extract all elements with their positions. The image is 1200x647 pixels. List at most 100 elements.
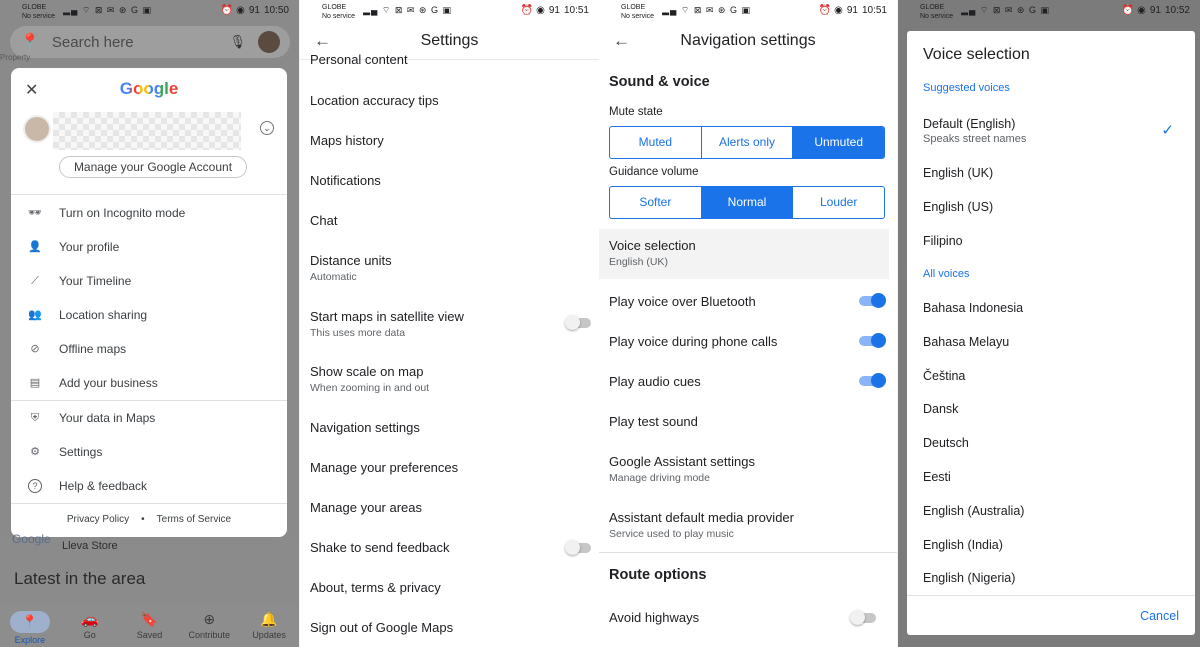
menu-item-label: Add your business (59, 376, 158, 390)
avoid-highways-toggle[interactable] (850, 610, 876, 625)
audio-cues-item[interactable]: Play audio cues (609, 374, 887, 389)
voice-option[interactable]: Dansk (923, 402, 958, 416)
voice-option[interactable]: Bahasa Indonesia (923, 301, 1023, 315)
avoid-highways-item[interactable]: Avoid highways (609, 610, 887, 625)
voice-option[interactable]: English (India) (923, 538, 1003, 552)
settings-item-shake-feedback[interactable]: Shake to send feedback (310, 540, 591, 555)
all-voices-header: All voices (923, 268, 970, 280)
settings-item-personal-content[interactable]: Personal content (310, 52, 589, 67)
nav-item-sub: Manage driving mode (609, 472, 710, 484)
test-sound-item[interactable]: Play test sound (609, 414, 887, 429)
settings-item-label: Navigation settings (310, 420, 420, 435)
settings-item-distance-units[interactable]: Distance units Automatic (310, 253, 589, 283)
menu-item-timeline[interactable]: ⟋ Your Timeline (11, 264, 287, 298)
audio-cues-toggle[interactable] (859, 373, 886, 388)
mute-option-unmuted[interactable]: Unmuted (793, 127, 884, 158)
settings-item-show-scale[interactable]: Show scale on map When zooming in and out (310, 364, 589, 394)
avatar[interactable] (258, 31, 280, 53)
voice-option-default[interactable]: Default (English) Speaks street names (923, 117, 1026, 145)
divider (599, 552, 897, 553)
mute-option-alerts-only[interactable]: Alerts only (702, 127, 794, 158)
nav-updates[interactable]: 🔔 Updates (239, 605, 299, 647)
menu-item-help[interactable]: ? Help & feedback (11, 469, 287, 503)
search-input[interactable]: Search here (52, 34, 134, 51)
dialog-title: Voice selection (923, 46, 1030, 63)
satellite-view-toggle[interactable] (565, 315, 591, 330)
clock: 10:50 (263, 5, 289, 16)
nav-label: Go (83, 630, 96, 640)
mute-option-muted[interactable]: Muted (610, 127, 702, 158)
account-avatar[interactable] (23, 115, 51, 143)
settings-item-about[interactable]: About, terms & privacy (310, 580, 589, 595)
menu-item-location-sharing[interactable]: 👥 Location sharing (11, 298, 287, 332)
status-bar: GLOBE No service ▂▄ ⌔ ⊠ ✉ ⊛ G ▣ ⏰ ◉ 91 10:5… (599, 0, 897, 22)
menu-item-your-data[interactable]: ⛨ Your data in Maps (11, 401, 287, 435)
back-arrow-icon[interactable]: ← (613, 31, 630, 51)
voice-option[interactable]: English (UK) (923, 166, 993, 180)
voice-option[interactable]: English (Nigeria) (923, 571, 1015, 585)
bell-icon: 🔔 (260, 611, 278, 627)
voice-option[interactable]: Čeština (923, 369, 965, 383)
shake-feedback-toggle[interactable] (565, 540, 591, 555)
volume-option-normal[interactable]: Normal (701, 187, 794, 218)
bluetooth-toggle[interactable] (859, 293, 886, 308)
privacy-policy-link[interactable]: Privacy Policy (67, 514, 129, 525)
volume-option-louder[interactable]: Louder (793, 187, 884, 218)
status-bar: GLOBE No service ▂▄ ⌔ ⊠ ✉ ⊛ G ▣ ⏰ ◉ 91 10:5… (898, 0, 1200, 22)
settings-item-navigation[interactable]: Navigation settings (310, 420, 589, 435)
settings-item-chat[interactable]: Chat (310, 213, 589, 228)
settings-item-sub: When zooming in and out (310, 382, 430, 394)
menu-item-incognito[interactable]: 🕶 Turn on Incognito mode (11, 196, 287, 230)
media-provider-item[interactable]: Assistant default media provider Service … (609, 510, 887, 540)
menu-item-settings[interactable]: ⚙ Settings (11, 435, 287, 469)
back-arrow-icon[interactable]: ← (314, 31, 331, 51)
settings-item-label: Show scale on map (310, 364, 424, 379)
settings-item-notifications[interactable]: Notifications (310, 173, 589, 188)
divider (11, 503, 287, 504)
voice-selection-item[interactable]: Voice selection English (UK) (609, 238, 887, 268)
settings-item-maps-history[interactable]: Maps history (310, 133, 589, 148)
menu-item-add-business[interactable]: ▤ Add your business (11, 366, 287, 400)
settings-item-satellite-view[interactable]: Start maps in satellite view This uses mo… (310, 309, 591, 339)
menu-item-profile[interactable]: 👤 Your profile (11, 230, 287, 264)
settings-item-location-accuracy[interactable]: Location accuracy tips (310, 93, 589, 108)
nav-label: Saved (136, 630, 163, 640)
manage-account-button[interactable]: Manage your Google Account (59, 156, 247, 178)
voice-option[interactable]: Filipino (923, 234, 963, 248)
nav-saved[interactable]: 🔖 Saved (120, 605, 180, 647)
phone-calls-toggle[interactable] (859, 333, 886, 348)
menu-item-label: Your data in Maps (59, 411, 156, 425)
suggested-voices-header: Suggested voices (923, 82, 1010, 94)
card-footer: Privacy Policy • Terms of Service (11, 514, 287, 525)
settings-item-preferences[interactable]: Manage your preferences (310, 460, 589, 475)
terms-of-service-link[interactable]: Terms of Service (157, 514, 231, 525)
service-status: No service (920, 13, 954, 20)
voice-option[interactable]: Bahasa Melayu (923, 335, 1009, 349)
footer-separator: • (141, 514, 145, 525)
battery-level: 91 (548, 5, 560, 16)
battery-level: 91 (846, 5, 858, 16)
search-bar[interactable]: 📍 Search here 🎙 (10, 26, 290, 58)
settings-item-sign-out[interactable]: Sign out of Google Maps (310, 620, 589, 635)
voice-option[interactable]: Eesti (923, 470, 951, 484)
phone-calls-voice-item[interactable]: Play voice during phone calls (609, 334, 887, 349)
chevron-down-icon[interactable]: ⌄ (260, 121, 274, 135)
voice-option[interactable]: English (Australia) (923, 504, 1024, 518)
nav-item-sub: English (UK) (609, 256, 668, 268)
nav-go[interactable]: 🚗 Go (60, 605, 120, 647)
menu-item-offline-maps[interactable]: ⊘ Offline maps (11, 332, 287, 366)
microphone-icon[interactable]: 🎙 (229, 34, 246, 50)
nav-contribute[interactable]: ⊕ Contribute (179, 605, 239, 647)
cancel-button[interactable]: Cancel (1140, 609, 1179, 623)
volume-option-softer[interactable]: Softer (610, 187, 702, 218)
menu-item-label: Offline maps (59, 342, 127, 356)
settings-item-areas[interactable]: Manage your areas (310, 500, 589, 515)
plus-circle-icon: ⊕ (203, 611, 216, 627)
menu-item-label: Location sharing (59, 308, 148, 322)
store-label[interactable]: Lleva Store (62, 540, 118, 552)
bluetooth-voice-item[interactable]: Play voice over Bluetooth (609, 294, 887, 309)
nav-explore[interactable]: 📍 Explore (0, 605, 60, 647)
assistant-settings-item[interactable]: Google Assistant settings Manage driving … (609, 454, 887, 484)
voice-option[interactable]: English (US) (923, 200, 993, 214)
voice-option[interactable]: Deutsch (923, 436, 969, 450)
